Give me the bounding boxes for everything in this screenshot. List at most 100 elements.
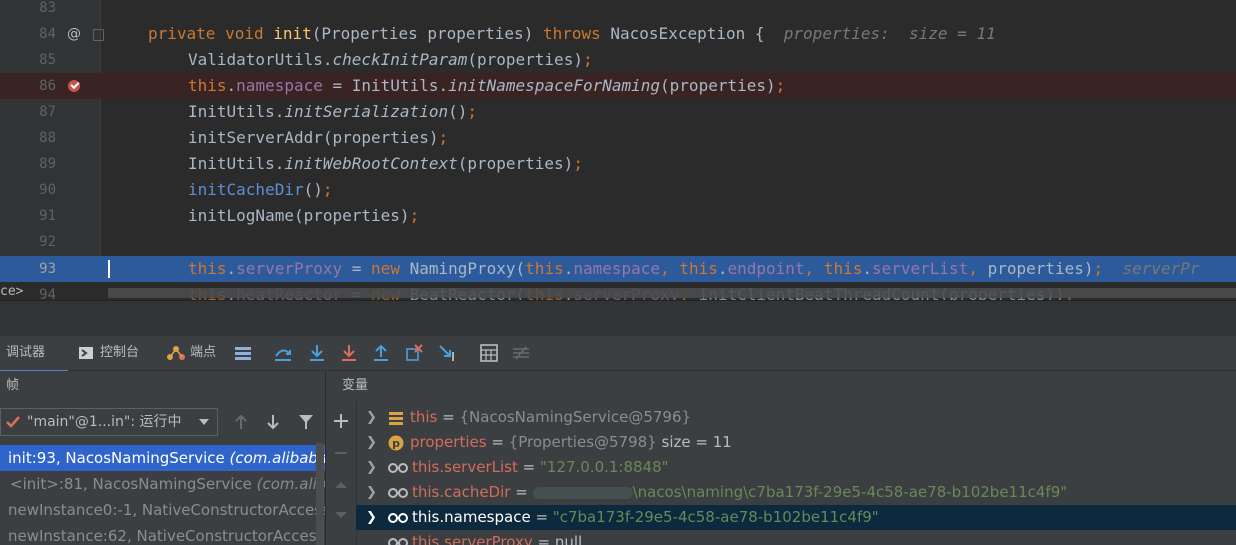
code-editor[interactable]: 83 84 private void init(Properties prope… [0, 0, 1236, 300]
watch-glasses-icon [388, 462, 408, 473]
frame-item[interactable]: newInstance0:-1, NativeConstructorAccess… [0, 497, 325, 523]
add-watch-icon[interactable] [333, 413, 349, 429]
chevron-right-icon[interactable]: ❯ [366, 480, 377, 505]
tab-label: 端点 [190, 345, 217, 360]
svg-text:p: p [392, 437, 400, 450]
remove-watch-icon[interactable] [333, 445, 349, 461]
code-line-86[interactable]: 86 this.namespace = InitUtils.initNamesp… [0, 73, 1236, 99]
code-line-84[interactable]: 84 private void init(Properties properti… [0, 21, 1236, 47]
thread-label: "main"@1...in": 运行中 [27, 414, 182, 430]
checkmark-icon [6, 416, 20, 428]
drop-frame-icon[interactable] [405, 344, 423, 362]
truncated-side-text: ce> [0, 284, 24, 299]
line-number: 94 [39, 287, 56, 300]
frame-item[interactable]: newInstance:62, NativeConstructorAccesso [0, 523, 326, 545]
variable-row-selected[interactable]: ❯ this.namespace = "c7ba173f-29e5-4c58-a… [356, 505, 1236, 530]
chevron-right-icon[interactable]: ❯ [366, 405, 377, 430]
code-line-91[interactable]: 91 initLogName(properties); [0, 203, 1236, 229]
show-execution-point-icon[interactable] [274, 344, 292, 362]
variable-row[interactable]: ❯ this = {NacosNamingService@5796} [356, 405, 1236, 430]
inline-hint: serverPr [1122, 259, 1200, 278]
tab-breakpoints[interactable]: 端点 [166, 336, 226, 370]
chevron-down-icon [199, 419, 209, 425]
filter-icon[interactable] [298, 414, 314, 430]
panel-divider[interactable] [0, 300, 1236, 336]
variable-value: "127.0.0.1:8848" [539, 458, 669, 476]
line-number: 83 [39, 0, 56, 16]
redacted-blur [532, 486, 633, 499]
step-into-icon[interactable] [340, 344, 358, 362]
variables-pane: 变量 ❯ this = {NacosNamingService@5796} ❯ … [326, 371, 1236, 545]
parameter-icon: p [388, 435, 404, 450]
next-frame-icon[interactable] [266, 414, 280, 430]
line-number: 93 [39, 261, 56, 277]
frame-item[interactable]: <init>:81, NacosNamingService (com.aliba [0, 471, 325, 497]
code-text: private void init(Properties properties)… [148, 24, 996, 43]
code-text: InitUtils.initWebRootContext(properties)… [188, 154, 583, 173]
watch-glasses-icon [388, 512, 408, 523]
trace-stream-icon[interactable] [512, 344, 530, 362]
step-over-icon[interactable] [308, 344, 326, 362]
debug-panes: 帧 "main"@1...in": 运行中 init:93, NacosNami… [0, 371, 1236, 545]
previous-frame-icon[interactable] [234, 414, 248, 430]
variable-row[interactable]: ❯ this.serverList = "127.0.0.1:8848" [356, 455, 1236, 480]
code-text: ValidatorUtils.checkInitParam(properties… [188, 50, 593, 69]
code-line-93-current[interactable]: 93 this.serverProxy = new NamingProxy(th… [0, 256, 1236, 282]
annotation-gutter-icon[interactable]: @ [67, 26, 81, 42]
code-line-89[interactable]: 89 InitUtils.initWebRootContext(properti… [0, 151, 1236, 177]
variable-name: this.cacheDir [412, 483, 511, 501]
code-line-83[interactable]: 83 [0, 0, 1236, 21]
tab-console[interactable]: 控制台 [78, 336, 150, 370]
code-line-85[interactable]: 85 ValidatorUtils.checkInitParam(propert… [0, 47, 1236, 73]
variable-value: \nacos\naming\c7ba173f-29e5-4c58-ae78-b1… [632, 483, 1068, 501]
chevron-right-icon[interactable]: ❯ [366, 455, 377, 480]
code-line-90[interactable]: 90 initCacheDir(); [0, 177, 1236, 203]
breakpoint-icon[interactable] [68, 80, 80, 92]
variable-row[interactable]: this.serverProxy = null [356, 530, 1236, 545]
line-number: 88 [39, 130, 56, 146]
variable-name: this.serverList [412, 458, 518, 476]
fold-marker-icon[interactable] [93, 29, 104, 41]
code-text: InitUtils.initSerialization(); [188, 102, 477, 121]
move-up-icon[interactable] [333, 477, 349, 493]
thread-selector[interactable]: "main"@1...in": 运行中 [0, 408, 218, 436]
variable-row[interactable]: ❯ p properties = {Properties@5798} size =… [356, 430, 1236, 455]
line-number: 84 [39, 26, 56, 42]
code-text: this.serverProxy = new NamingProxy(this.… [188, 259, 1200, 278]
variable-row[interactable]: ❯ this.cacheDir = \nacos\naming\c7ba173f… [356, 480, 1236, 505]
tab-label: 控制台 [100, 345, 140, 360]
variable-value: {NacosNamingService@5796} [459, 408, 692, 426]
frame-item[interactable]: init:93, NacosNamingService (com.alibaba… [0, 445, 326, 471]
layout-menu-icon[interactable] [234, 344, 252, 362]
horizontal-scrollbar[interactable] [108, 288, 1236, 298]
code-line-88[interactable]: 88 initServerAddr(properties); [0, 125, 1236, 151]
variable-content: this.namespace = "c7ba173f-29e5-4c58-ae7… [388, 505, 879, 530]
frame-package: (com.alibaba.n [229, 449, 326, 467]
code-line-92[interactable]: 92 [0, 229, 1236, 255]
code-text: initServerAddr(properties); [188, 128, 449, 147]
variable-content: this.serverProxy = null [388, 530, 582, 545]
variables-side-toolbar [326, 401, 357, 545]
variable-name: properties [410, 433, 487, 451]
code-line-87[interactable]: 87 InitUtils.initSerialization(); [0, 99, 1236, 125]
text-caret [108, 260, 110, 278]
tab-debugger[interactable]: 调试器 [0, 336, 68, 373]
watch-glasses-icon [388, 487, 408, 498]
variable-value: "c7ba173f-29e5-4c58-ae78-b102be11c4f9" [552, 508, 879, 526]
variable-content: p properties = {Properties@5798} size = 1… [388, 430, 732, 455]
variable-content: this = {NacosNamingService@5796} [388, 405, 691, 430]
inline-hint: properties: size = 11 [783, 24, 996, 43]
code-text: initCacheDir(); [188, 180, 333, 199]
frame-method: newInstance:62, NativeConstructorAccesso [8, 527, 326, 545]
frame-method: <init>:81, NacosNamingService [10, 475, 252, 493]
line-number: 87 [39, 104, 56, 120]
chevron-right-icon[interactable]: ❯ [366, 430, 377, 455]
move-down-icon[interactable] [333, 507, 349, 523]
line-number: 86 [39, 78, 56, 94]
chevron-right-icon[interactable]: ❯ [366, 505, 377, 530]
step-out-icon[interactable] [372, 344, 390, 362]
code-text: this.namespace = InitUtils.initNamespace… [188, 76, 786, 95]
frames-scrollbar[interactable] [316, 443, 324, 545]
run-to-cursor-icon[interactable] [438, 344, 456, 362]
evaluate-expression-icon[interactable] [480, 344, 498, 362]
